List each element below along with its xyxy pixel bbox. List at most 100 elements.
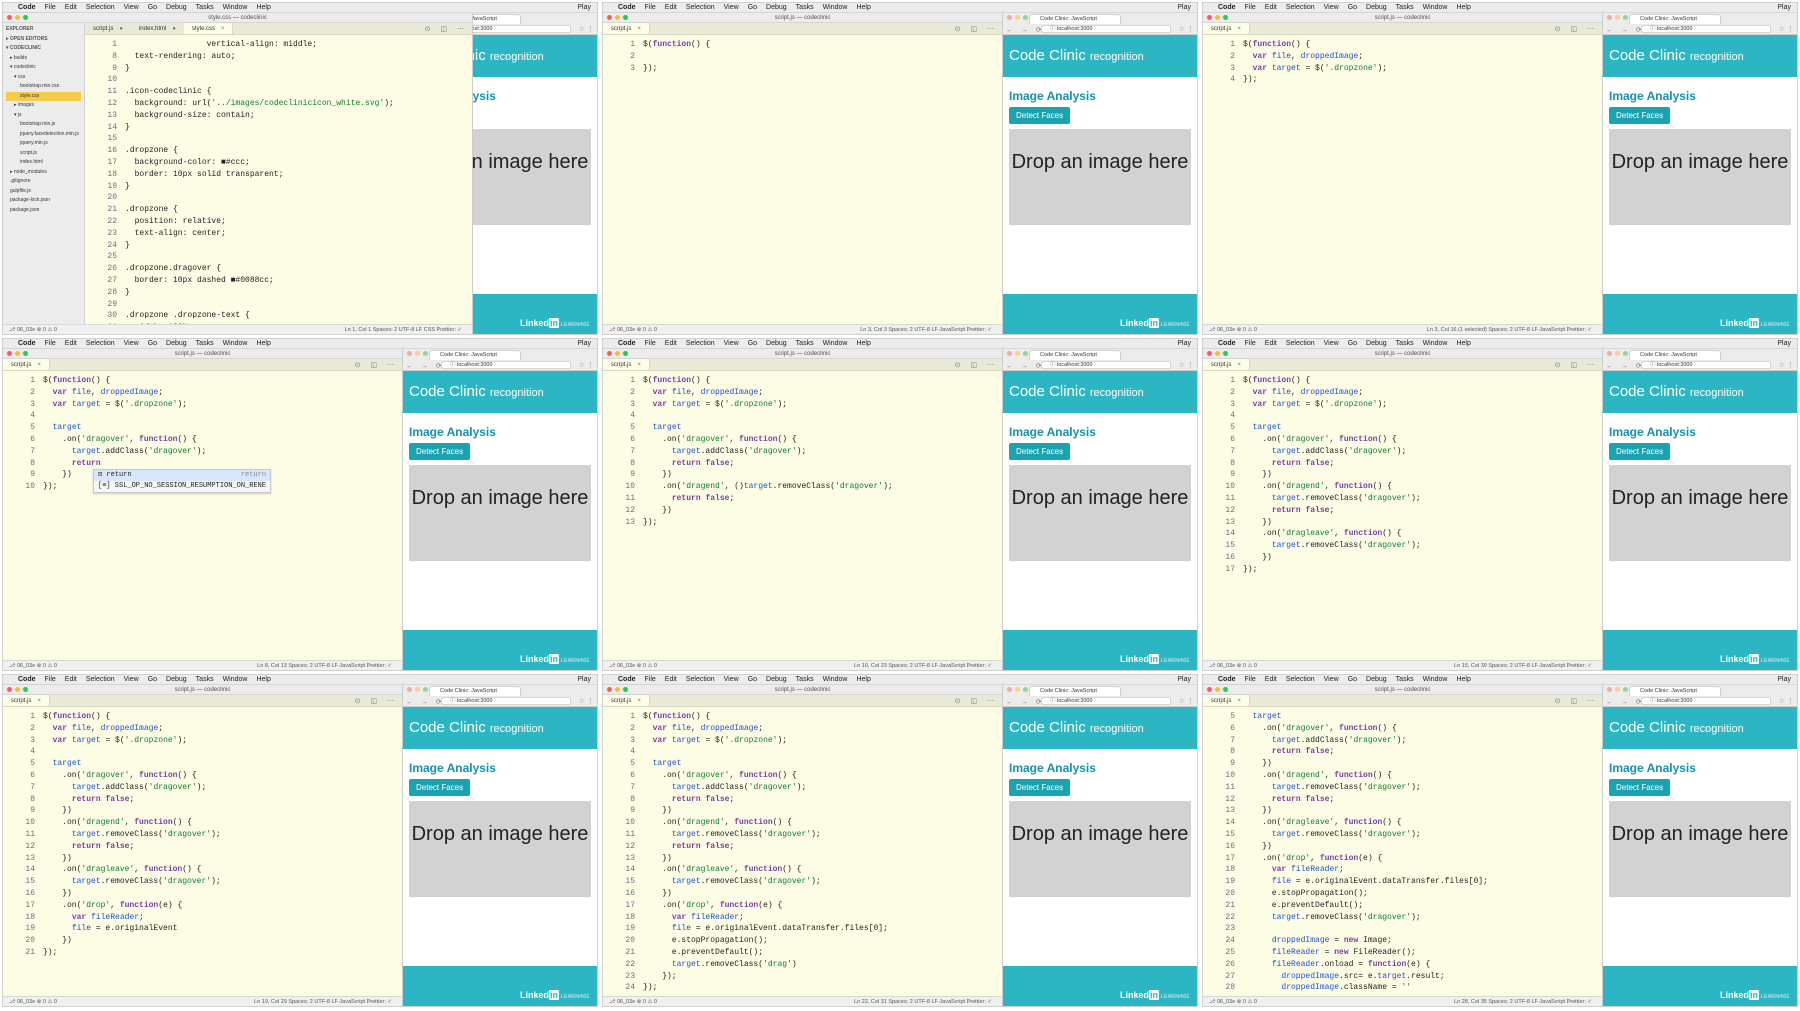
browser-menu-icon[interactable]: ☆ ⋮ <box>1179 361 1194 369</box>
menu-item-edit[interactable]: Edit <box>665 4 677 11</box>
status-details[interactable]: Ln 15, Col 39 Spaces: 2 UTF-8 LF JavaScr… <box>1454 661 1592 670</box>
zoom-button[interactable] <box>23 15 28 20</box>
tab-script-js[interactable]: script.js × <box>3 695 50 706</box>
app-menu[interactable]: Code <box>1218 676 1236 683</box>
tab-script-js[interactable]: script.js × <box>3 359 50 370</box>
menu-item-file[interactable]: File <box>645 676 656 683</box>
editor-actions[interactable]: ⊙ ◫ ⋯ <box>1555 697 1598 705</box>
zoom-button[interactable] <box>623 15 628 20</box>
code-area[interactable]: 1 2 3 4 5 6 7 8 9 10 11 12 13 14 15 16 17 18 19 20 21 $(funct… <box>3 707 402 996</box>
editor-actions[interactable]: ⊙ ◫ ⋯ <box>1555 25 1598 33</box>
menu-item-debug[interactable]: Debug <box>1366 340 1387 347</box>
menu-item-edit[interactable]: Edit <box>665 340 677 347</box>
app-menu[interactable]: Code <box>1218 4 1236 11</box>
autocomplete-item[interactable]: [≡] SSL_OP_NO_SESSION_RESUMPTION_ON_RENE <box>94 481 270 492</box>
tab-unsaved-dot-icon[interactable]: ● <box>119 26 123 32</box>
menu-item-view[interactable]: View <box>1324 340 1339 347</box>
menu-item-debug[interactable]: Debug <box>766 340 787 347</box>
explorer-item[interactable]: ▸ images <box>6 101 81 111</box>
browser-menu-icon[interactable]: ☆ ⋮ <box>579 361 594 369</box>
menu-item-window[interactable]: Window <box>1423 676 1448 683</box>
menu-item-help[interactable]: Help <box>856 4 870 11</box>
dropzone[interactable]: Drop an image here <box>1009 129 1191 225</box>
browser-zoom-button[interactable] <box>1023 15 1028 20</box>
dropzone[interactable]: Drop an image here <box>409 801 591 897</box>
browser-close-button[interactable] <box>1607 351 1612 356</box>
minimize-button[interactable] <box>15 351 20 356</box>
zoom-button[interactable] <box>1223 687 1228 692</box>
browser-zoom-button[interactable] <box>1623 15 1628 20</box>
menu-item-tasks[interactable]: Tasks <box>796 340 814 347</box>
minimize-button[interactable] <box>615 687 620 692</box>
browser-nav-icons[interactable]: ← → ⟳ <box>1006 698 1045 706</box>
code-area[interactable]: 1 2 3 4 5 6 7 8 9 10 $(function() { var file, drop… <box>3 371 402 660</box>
status-details[interactable]: Ln 8, Col 13 Spaces: 2 UTF-8 LF JavaScri… <box>257 661 392 670</box>
menu-item-go[interactable]: Go <box>1348 676 1357 683</box>
status-branch[interactable]: ⎇ 06_03e ⊗ 0 ⚠ 0 <box>609 663 657 669</box>
tab-script-js[interactable]: script.js × <box>603 23 650 34</box>
explorer-item[interactable]: ▸ node_modules <box>6 168 81 178</box>
explorer-item[interactable]: jquery.min.js <box>6 139 81 149</box>
menu-item-file[interactable]: File <box>45 676 56 683</box>
browser-menu-icon[interactable]: ☆ ⋮ <box>1779 361 1794 369</box>
menu-item-selection[interactable]: Selection <box>686 4 715 11</box>
code-area[interactable]: 1 2 3 4 5 6 7 8 9 10 11 12 13 14 15 16 17 18 19 20 21 22 23 24 $… <box>603 707 1002 996</box>
menu-item-tasks[interactable]: Tasks <box>796 4 814 11</box>
open-editors-header[interactable]: ▸ OPEN EDITORS <box>6 35 81 45</box>
menu-item-debug[interactable]: Debug <box>166 4 187 11</box>
close-button[interactable] <box>1207 351 1212 356</box>
browser-minimize-button[interactable] <box>1015 351 1020 356</box>
menu-item-edit[interactable]: Edit <box>65 676 77 683</box>
explorer-item[interactable]: ▾ codeclinic <box>6 63 81 73</box>
tab-close-icon[interactable]: × <box>221 26 225 32</box>
menu-item-selection[interactable]: Selection <box>86 676 115 683</box>
menu-item-debug[interactable]: Debug <box>166 676 187 683</box>
browser-nav-icons[interactable]: ← → ⟳ <box>1606 26 1645 34</box>
browser-zoom-button[interactable] <box>1023 687 1028 692</box>
browser-menu-icon[interactable]: ☆ ⋮ <box>579 697 594 705</box>
status-branch[interactable]: ⎇ 06_03e ⊗ 0 ⚠ 0 <box>9 999 57 1005</box>
menu-item-help[interactable]: Help <box>856 340 870 347</box>
menu-item-go[interactable]: Go <box>748 4 757 11</box>
menu-item-debug[interactable]: Debug <box>766 4 787 11</box>
explorer-item[interactable]: style.css <box>6 91 81 101</box>
dropzone[interactable]: Drop an image here <box>1009 465 1191 561</box>
explorer-item[interactable]: gulpfile.js <box>6 187 81 197</box>
zoom-button[interactable] <box>23 687 28 692</box>
explorer-item[interactable]: package-lock.json <box>6 196 81 206</box>
status-branch[interactable]: ⎇ 06_03e ⊗ 0 ⚠ 0 <box>9 663 57 669</box>
status-details[interactable]: Ln 3, Col 16 (1 selected) Spaces: 2 UTF-… <box>1427 325 1592 334</box>
menu-item-file[interactable]: File <box>1245 676 1256 683</box>
browser-nav-icons[interactable]: ← → ⟳ <box>1006 26 1045 34</box>
menu-item-tasks[interactable]: Tasks <box>196 676 214 683</box>
menu-item-go[interactable]: Go <box>1348 340 1357 347</box>
close-button[interactable] <box>7 351 12 356</box>
menu-item-selection[interactable]: Selection <box>686 340 715 347</box>
menu-item-window[interactable]: Window <box>223 340 248 347</box>
menu-item-debug[interactable]: Debug <box>1366 676 1387 683</box>
browser-menu-icon[interactable]: ☆ ⋮ <box>579 25 594 33</box>
tab-index-html[interactable]: index.html ● <box>131 23 184 34</box>
status-details[interactable]: Ln 1, Col 1 Spaces: 2 UTF-8 LF CSS Prett… <box>345 325 462 334</box>
detect-faces-button[interactable]: Detect Faces <box>1609 779 1671 796</box>
browser-menu-icon[interactable]: ☆ ⋮ <box>1779 25 1794 33</box>
tab-script-js[interactable]: script.js × <box>603 695 650 706</box>
menu-item-help[interactable]: Help <box>1456 340 1470 347</box>
menu-item-help[interactable]: Help <box>1456 4 1470 11</box>
status-branch[interactable]: ⎇ 06_03e ⊗ 0 ⚠ 0 <box>9 327 57 333</box>
tab-close-icon[interactable]: × <box>37 362 41 368</box>
menu-item-window[interactable]: Window <box>1423 340 1448 347</box>
status-branch[interactable]: ⎇ 06_03e ⊗ 0 ⚠ 0 <box>1209 327 1257 333</box>
tab-script-js[interactable]: script.js × <box>603 359 650 370</box>
app-menu[interactable]: Code <box>18 676 36 683</box>
close-button[interactable] <box>607 15 612 20</box>
menu-item-help[interactable]: Help <box>856 676 870 683</box>
tab-close-icon[interactable]: × <box>637 698 641 704</box>
menu-item-window[interactable]: Window <box>823 4 848 11</box>
address-bar[interactable]: ⓘ localhost:3000 <box>441 697 571 705</box>
detect-faces-button[interactable]: Detect Faces <box>1009 779 1071 796</box>
menu-item-view[interactable]: View <box>124 4 139 11</box>
explorer-item[interactable]: index.html <box>6 158 81 168</box>
browser-close-button[interactable] <box>407 687 412 692</box>
browser-minimize-button[interactable] <box>1615 687 1620 692</box>
